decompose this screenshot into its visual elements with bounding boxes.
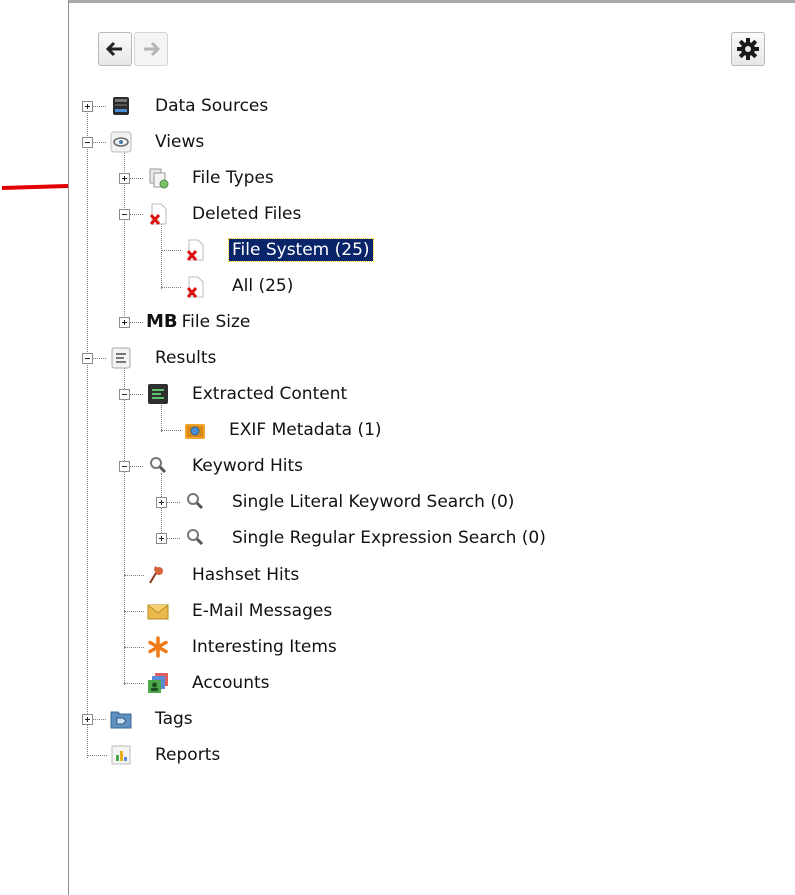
deleted-file-icon <box>186 276 204 298</box>
tree-label: EXIF Metadata (1) <box>229 420 382 440</box>
expand-toggle[interactable] <box>82 714 93 725</box>
collapse-toggle[interactable] <box>119 389 130 400</box>
directory-tree-panel: Data Sources Views File Types Deleted Fi… <box>68 0 795 895</box>
results-icon <box>111 347 131 369</box>
tree-label: Views <box>155 132 205 152</box>
camera-icon <box>185 424 205 439</box>
tree-label: File Size <box>181 312 251 332</box>
settings-button[interactable] <box>731 32 765 66</box>
tree-label: Hashset Hits <box>192 565 300 585</box>
tree-label: File System (25) <box>228 238 374 262</box>
expand-toggle[interactable] <box>156 497 167 508</box>
expand-toggle[interactable] <box>119 173 130 184</box>
tree-label: Reports <box>155 745 221 765</box>
expand-toggle[interactable] <box>82 101 93 112</box>
database-icon <box>113 97 129 115</box>
tree-label: Single Literal Keyword Search (0) <box>232 492 515 512</box>
forward-button[interactable] <box>134 32 168 66</box>
collapse-toggle[interactable] <box>82 137 93 148</box>
tree-label: Data Sources <box>155 96 269 116</box>
tree-label: Keyword Hits <box>192 456 304 476</box>
tree-label: All (25) <box>232 276 294 296</box>
eye-icon <box>110 131 132 153</box>
deleted-file-icon <box>186 239 204 261</box>
tree-label: Single Regular Expression Search (0) <box>232 528 546 548</box>
back-button[interactable] <box>98 32 132 66</box>
magnifier-icon <box>187 529 204 546</box>
tree-label: File Types <box>192 168 274 188</box>
accounts-icon <box>148 673 168 693</box>
tree-label: Extracted Content <box>192 384 348 404</box>
magnifier-icon <box>150 457 167 474</box>
deleted-file-icon <box>149 203 167 225</box>
arrow-left-icon <box>105 41 122 57</box>
tree-label: Deleted Files <box>192 204 302 224</box>
gear-icon <box>737 38 759 60</box>
collapse-toggle[interactable] <box>119 461 130 472</box>
collapse-toggle[interactable] <box>82 353 93 364</box>
arrow-right-icon <box>144 41 161 57</box>
report-chart-icon <box>111 745 131 765</box>
envelope-icon <box>147 604 169 620</box>
tree-label: E-Mail Messages <box>192 601 333 621</box>
extracted-content-icon <box>148 384 168 404</box>
mb-icon: MB <box>146 311 178 332</box>
tree-label: Results <box>155 348 217 368</box>
file-types-icon <box>149 168 169 189</box>
expand-toggle[interactable] <box>119 317 130 328</box>
tree-label: Accounts <box>192 673 270 693</box>
tree-label: Interesting Items <box>192 637 337 657</box>
tree-label: Tags <box>155 709 193 729</box>
asterisk-icon <box>148 636 168 658</box>
magnifier-icon <box>187 493 204 510</box>
expand-toggle[interactable] <box>156 533 167 544</box>
pushpin-icon <box>149 566 163 584</box>
tag-folder-icon <box>110 711 132 729</box>
collapse-toggle[interactable] <box>119 209 130 220</box>
